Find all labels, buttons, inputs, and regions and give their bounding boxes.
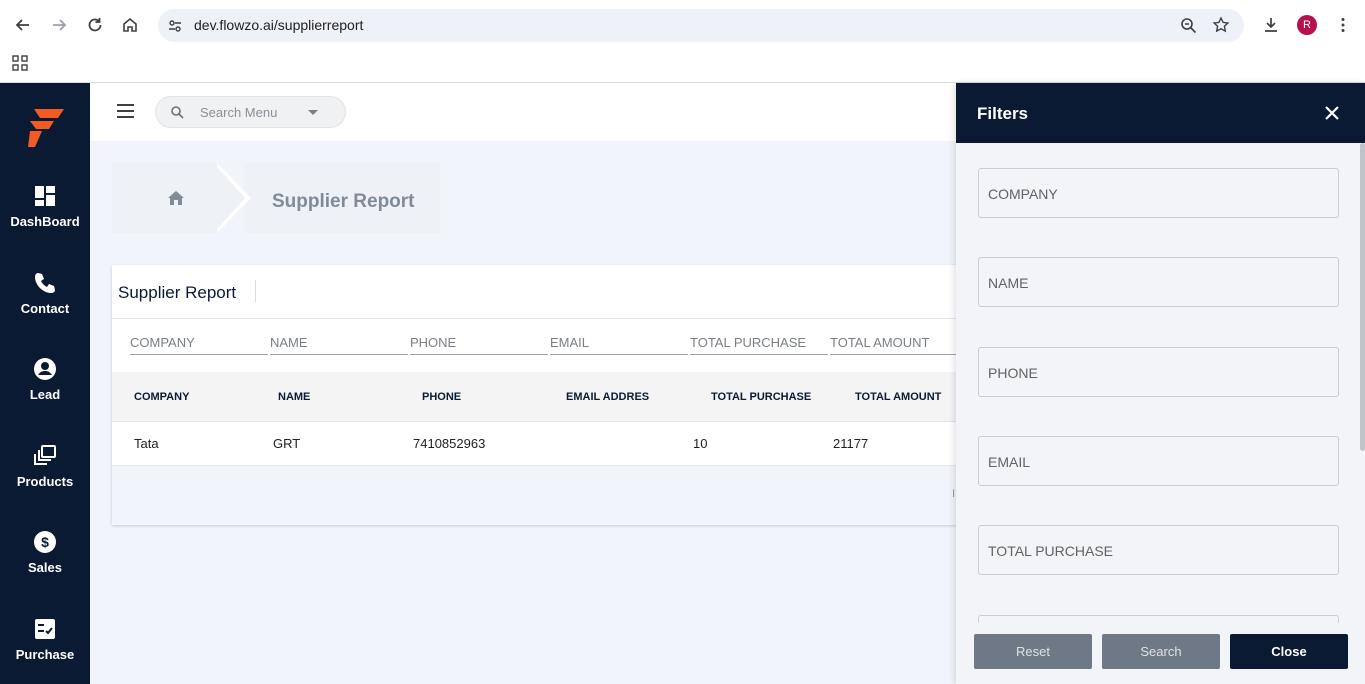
table-footer: I bbox=[112, 466, 962, 525]
breadcrumb-current-label: Supplier Report bbox=[272, 191, 415, 212]
download-icon[interactable] bbox=[1259, 13, 1283, 37]
breadcrumb-current: Supplier Report bbox=[244, 163, 440, 233]
home-icon[interactable] bbox=[118, 13, 142, 37]
sidebar-item-lead[interactable]: Lead bbox=[0, 356, 90, 426]
products-icon bbox=[32, 443, 58, 469]
search-menu-placeholder: Search Menu bbox=[200, 105, 278, 120]
sidebar-item-label: Contact bbox=[20, 301, 70, 316]
hamburger-menu-icon[interactable] bbox=[116, 103, 136, 119]
site-info-icon[interactable] bbox=[167, 18, 183, 39]
sidebar-item-label: Products bbox=[16, 474, 74, 489]
search-menu-select[interactable]: Search Menu bbox=[155, 96, 346, 128]
sidebar-item-label: Purchase bbox=[15, 647, 75, 662]
report-title: Supplier Report bbox=[118, 283, 237, 302]
phone-icon bbox=[32, 270, 58, 296]
profile-initial: R bbox=[1297, 15, 1317, 35]
home-icon bbox=[167, 190, 185, 206]
reset-button[interactable]: Reset bbox=[974, 634, 1092, 669]
drawer-scrollbar[interactable] bbox=[1360, 143, 1365, 451]
next-field-partial[interactable] bbox=[978, 615, 1339, 623]
column-header[interactable]: PHONE bbox=[422, 391, 461, 403]
user-circle-icon bbox=[32, 356, 58, 382]
title-divider bbox=[255, 280, 256, 302]
column-header[interactable]: EMAIL ADDRES bbox=[566, 391, 649, 403]
url-text: dev.flowzo.ai/supplierreport bbox=[194, 17, 364, 33]
email-field[interactable]: EMAIL bbox=[978, 436, 1339, 486]
apps-grid-icon[interactable] bbox=[12, 55, 28, 76]
sidebar-item-label: DashBoard bbox=[10, 214, 80, 229]
cell-company: Tata bbox=[134, 436, 159, 451]
more-menu-icon[interactable] bbox=[1331, 13, 1355, 37]
sidebar-item-label: Sales bbox=[28, 560, 62, 575]
chevron-down-icon[interactable] bbox=[308, 110, 318, 115]
reload-icon[interactable] bbox=[83, 13, 107, 37]
sidebar-item-dashboard[interactable]: DashBoard bbox=[0, 183, 90, 253]
drawer-header: Filters bbox=[956, 83, 1365, 143]
drawer-footer: Reset Search Close bbox=[956, 623, 1365, 684]
cell-phone: 7410852963 bbox=[413, 436, 486, 451]
name-field[interactable]: NAME bbox=[978, 257, 1339, 307]
browser-toolbar: dev.flowzo.ai/supplierreport R bbox=[0, 0, 1365, 50]
sidebar-item-label: Lead bbox=[29, 387, 61, 402]
app-sidebar: DashBoard Contact Lead Products $ Sales … bbox=[0, 83, 90, 684]
main-content: Supplier Report Supplier Report COMPANY … bbox=[90, 141, 968, 684]
drawer-body: COMPANY NAME PHONE EMAIL TOTAL PURCHASE bbox=[956, 143, 1365, 623]
report-card: Supplier Report COMPANY NAME PHONE EMAIL… bbox=[112, 265, 968, 525]
column-filter-row: COMPANY NAME PHONE EMAIL TOTAL PURCHASE … bbox=[130, 335, 968, 357]
column-header[interactable]: COMPANY bbox=[134, 391, 189, 403]
filter-total-purchase-input[interactable]: TOTAL PURCHASE bbox=[690, 335, 828, 355]
header-divider bbox=[112, 318, 962, 319]
breadcrumb-separator-fill bbox=[217, 167, 245, 229]
cell-total-purchase: 10 bbox=[693, 436, 708, 451]
close-icon[interactable] bbox=[1322, 103, 1342, 123]
sidebar-item-purchase[interactable]: Purchase bbox=[0, 616, 90, 684]
sidebar-item-contact[interactable]: Contact bbox=[0, 270, 90, 340]
cell-name: GRT bbox=[273, 436, 301, 451]
pagination-fragment: I bbox=[952, 488, 956, 500]
filter-email-input[interactable]: EMAIL bbox=[550, 335, 688, 355]
dashboard-icon bbox=[32, 183, 58, 209]
cell-total-amount: 21177 bbox=[833, 436, 869, 451]
drawer-title: Filters bbox=[977, 104, 1029, 123]
sidebar-item-products[interactable]: Products bbox=[0, 443, 90, 513]
purchase-icon bbox=[32, 616, 58, 642]
zoom-icon[interactable] bbox=[1180, 17, 1197, 39]
table-row[interactable]: Tata GRT 7410852963 10 21177 bbox=[112, 422, 962, 466]
filters-drawer: Filters COMPANY NAME PHONE EMAIL TOTAL P… bbox=[956, 83, 1365, 684]
search-button[interactable]: Search bbox=[1102, 634, 1220, 669]
bookmark-star-icon[interactable] bbox=[1212, 16, 1230, 39]
close-button[interactable]: Close bbox=[1230, 634, 1348, 669]
sidebar-item-sales[interactable]: $ Sales bbox=[0, 529, 90, 599]
search-icon bbox=[170, 105, 184, 119]
svg-text:$: $ bbox=[41, 534, 49, 550]
filter-name-input[interactable]: NAME bbox=[270, 335, 408, 355]
total-purchase-field[interactable]: TOTAL PURCHASE bbox=[978, 525, 1339, 575]
column-header[interactable]: TOTAL PURCHASE bbox=[711, 391, 811, 403]
app-header: Search Menu bbox=[90, 83, 956, 141]
filter-phone-input[interactable]: PHONE bbox=[410, 335, 548, 355]
back-icon[interactable] bbox=[11, 13, 35, 37]
profile-avatar[interactable]: R bbox=[1295, 13, 1319, 37]
dollar-icon: $ bbox=[32, 529, 58, 555]
breadcrumb-home[interactable] bbox=[112, 163, 217, 233]
column-header[interactable]: NAME bbox=[278, 391, 310, 403]
phone-field[interactable]: PHONE bbox=[978, 347, 1339, 397]
breadcrumb: Supplier Report bbox=[112, 163, 440, 233]
bookmark-bar bbox=[0, 50, 1365, 83]
column-header[interactable]: TOTAL AMOUNT bbox=[855, 391, 941, 403]
company-field[interactable]: COMPANY bbox=[978, 168, 1339, 218]
forward-icon[interactable] bbox=[47, 13, 71, 37]
filter-total-amount-input[interactable]: TOTAL AMOUNT bbox=[830, 335, 968, 355]
address-bar[interactable]: dev.flowzo.ai/supplierreport bbox=[158, 9, 1244, 42]
flowzo-logo[interactable] bbox=[26, 107, 66, 149]
filter-company-input[interactable]: COMPANY bbox=[130, 335, 268, 355]
table-header: COMPANY NAME PHONE EMAIL ADDRES TOTAL PU… bbox=[112, 372, 962, 422]
